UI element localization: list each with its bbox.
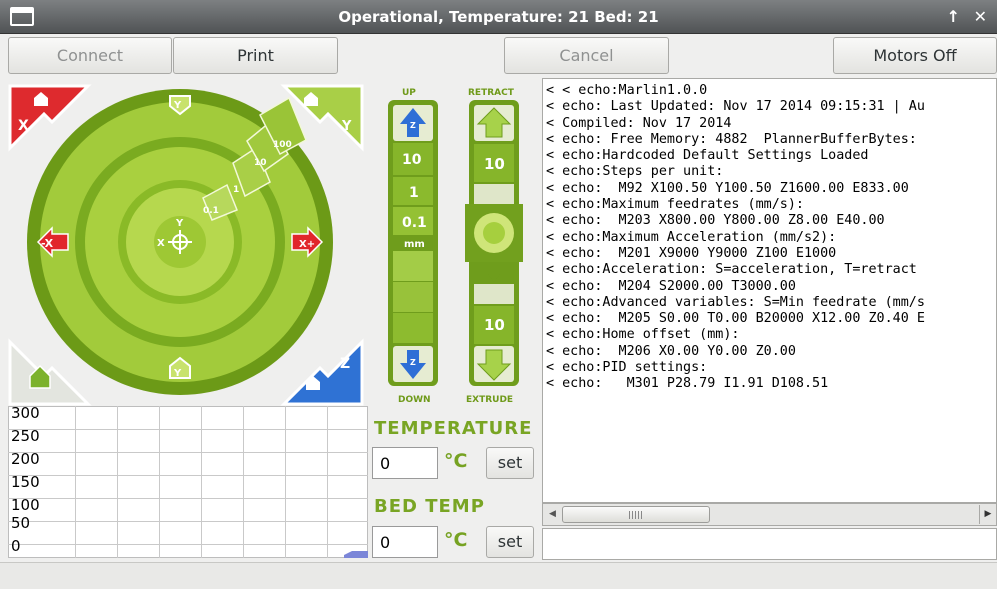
- graph-tick-200: 200: [11, 450, 40, 468]
- home-z-label: Z: [340, 356, 350, 372]
- plus-x-label: X+: [299, 239, 315, 250]
- temperature-graph: 300 250 200 150 100 50 0: [8, 406, 368, 558]
- svg-text:0.1: 0.1: [402, 215, 427, 231]
- scrollbar-thumb[interactable]: [562, 506, 710, 523]
- retract-amount: 10: [484, 155, 505, 173]
- z-up-label: UP: [402, 88, 416, 98]
- maximize-icon[interactable]: ↑: [947, 7, 960, 26]
- scroll-left-icon[interactable]: ◀: [549, 509, 556, 519]
- svg-text:1: 1: [409, 185, 419, 201]
- bed-set-button[interactable]: set: [486, 526, 534, 558]
- log-line: < echo:Maximum Acceleration (mm/s2):: [546, 229, 837, 245]
- log-line: < echo: M205 S0.00 T0.00 B20000 X12.00 Z…: [546, 311, 925, 327]
- graph-tick-100: 100: [11, 496, 40, 514]
- graph-tick-0: 0: [11, 537, 21, 555]
- step-label-100: 100: [273, 140, 292, 150]
- log-line: < echo: M203 X800.00 Y800.00 Z8.00 E40.0…: [546, 213, 885, 229]
- log-line: < echo: M201 X9000 Y9000 Z100 E1000: [546, 245, 837, 261]
- log-line: < echo: Free Memory: 4882 PlannerBufferB…: [546, 131, 925, 147]
- bed-temp-label: BED TEMP: [374, 496, 485, 517]
- center-x-left: X: [157, 238, 165, 249]
- log-line: < echo:Maximum feedrates (mm/s):: [546, 197, 804, 213]
- command-input[interactable]: [542, 528, 997, 560]
- home-y-label: Y: [341, 119, 352, 134]
- center-y-top: Y: [175, 218, 184, 229]
- log-line: < echo: M92 X100.50 Y100.50 Z1600.00 E83…: [546, 180, 909, 196]
- close-icon[interactable]: ✕: [974, 7, 987, 26]
- log-line: < echo:Home offset (mm):: [546, 327, 740, 343]
- graph-tick-50: 50: [11, 514, 31, 532]
- graph-tick-150: 150: [11, 473, 40, 491]
- step-label-0.1: 0.1: [203, 206, 219, 216]
- bed-temp-input[interactable]: [372, 526, 438, 558]
- cancel-button[interactable]: Cancel: [504, 37, 669, 74]
- log-line: < echo: Last Updated: Nov 17 2014 09:15:…: [546, 99, 925, 115]
- bed-temp-unit: °C: [444, 529, 468, 551]
- log-line: < echo:Hardcoded Default Settings Loaded: [546, 148, 869, 164]
- scroll-right-icon[interactable]: ▶: [979, 505, 996, 524]
- hotend-set-button[interactable]: set: [486, 447, 534, 479]
- hotend-temp-input[interactable]: [372, 447, 438, 479]
- z-down-label: DOWN: [398, 395, 431, 405]
- step-label-10: 10: [254, 158, 267, 168]
- print-button[interactable]: Print: [173, 37, 338, 74]
- log-line: < echo:Advanced variables: S=Min feedrat…: [546, 294, 925, 310]
- home-x-label: X: [18, 118, 29, 134]
- log-line: < < echo:Marlin1.0.0: [546, 83, 708, 98]
- extrude-label: EXTRUDE: [466, 395, 513, 405]
- graph-tick-300: 300: [11, 404, 40, 422]
- svg-text:Z: Z: [410, 358, 416, 367]
- xy-jog-control[interactable]: 0.1 1 10 100 -X X+ Y X Y Y X Y Z: [8, 84, 364, 406]
- step-label-1: 1: [233, 185, 239, 195]
- window-title: Operational, Temperature: 21 Bed: 21: [338, 8, 659, 26]
- y-plus-label: Y: [173, 100, 182, 111]
- log-line: < echo: M204 S2000.00 T3000.00: [546, 278, 796, 294]
- retract-label: RETRACT: [468, 88, 515, 98]
- log-line: < echo: M301 P28.79 I1.91 D108.51: [546, 376, 829, 392]
- hotend-temp-unit: °C: [444, 450, 468, 472]
- log-line: < echo: M206 X0.00 Y0.00 Z0.00: [546, 343, 796, 359]
- log-horizontal-scrollbar[interactable]: ◀ ▶: [542, 503, 997, 526]
- minus-x-label: -X: [41, 237, 54, 250]
- status-bar: [0, 562, 997, 589]
- title-bar[interactable]: Operational, Temperature: 21 Bed: 21 ↑ ✕: [0, 0, 997, 34]
- y-minus-label: Y: [173, 368, 182, 379]
- motors-off-button[interactable]: Motors Off: [833, 37, 997, 74]
- connect-button[interactable]: Connect: [8, 37, 172, 74]
- console-log[interactable]: < < echo:Marlin1.0.0 < echo: Last Updated…: [542, 78, 997, 503]
- z-extruder-control[interactable]: UP DOWN RETRACT EXTRUDE Z 10 1 0.1 mm Z …: [376, 84, 531, 406]
- printer-window: Operational, Temperature: 21 Bed: 21 ↑ ✕…: [0, 0, 997, 589]
- extrude-amount: 10: [484, 316, 505, 334]
- graph-grid: [8, 406, 368, 558]
- svg-text:10: 10: [402, 152, 422, 168]
- log-line: < Compiled: Nov 17 2014: [546, 115, 732, 131]
- graph-tick-250: 250: [11, 427, 40, 445]
- temperature-label: TEMPERATURE: [374, 418, 533, 439]
- z-unit-label: mm: [404, 239, 425, 250]
- log-line: < echo:PID settings:: [546, 360, 708, 376]
- log-line: < echo:Acceleration: S=acceleration, T=r…: [546, 262, 917, 278]
- svg-text:Z: Z: [410, 121, 416, 130]
- home-z-button[interactable]: [280, 338, 364, 406]
- log-line: < echo:Steps per unit:: [546, 164, 724, 180]
- title-controls: ↑ ✕: [939, 7, 987, 26]
